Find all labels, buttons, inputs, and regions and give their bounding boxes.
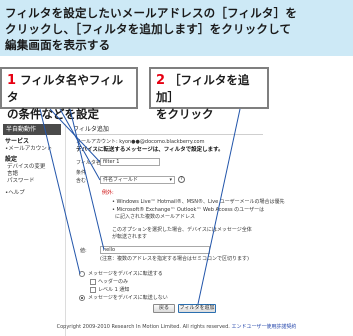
footer-copyright: Copyright 2009-2010 Research In Motion L… [56, 324, 230, 330]
level1-checkbox[interactable] [90, 287, 96, 293]
no-forward-radio-label: メッセージをデバイスに転送しない [88, 295, 168, 301]
bullet-3: に記入された複数のメールアドレス [115, 214, 196, 220]
keyword-hint: (注意：複数のアドレスを指定する場合はセミコロンで区切ります) [100, 256, 249, 262]
sidebar-item-language[interactable]: 言語 [7, 171, 18, 178]
help-icon[interactable]: ? [178, 176, 185, 183]
condition-label: 条件 [76, 170, 87, 176]
footer-link[interactable]: エンドユーザー使用許諾契約 [231, 324, 296, 330]
cancel-button[interactable]: 戻る [153, 304, 175, 313]
chevron-down-icon: ▾ [169, 177, 172, 183]
banner-line-3: 編集画面を表示する [5, 38, 111, 52]
condition-select-value: 件名フィールド [103, 177, 138, 183]
condition-select[interactable]: 件名フィールド ▾ [100, 176, 175, 184]
page-title: フィルタ追加 [73, 125, 263, 135]
filter-note: デバイスに転送するメッセージは、フィルタで設定します。 [76, 147, 224, 153]
sidebar-item-email-account[interactable]: •メールアカウント [5, 146, 52, 153]
forward-radio[interactable] [79, 271, 85, 277]
add-filter-button[interactable]: フィルタを追加 [178, 304, 216, 313]
headers-only-label: ヘッダーのみ [98, 279, 129, 285]
contains-label: 含む [76, 178, 87, 184]
level1-label: レベル 1 通知 [98, 287, 130, 293]
bullet-tail-2: が転送されます [112, 234, 148, 240]
bullet-1-text: Windows Live™ Hotmail®、MSN®、Live ユーザーメール… [116, 199, 285, 205]
filter-name-input[interactable]: filter 1 [100, 158, 160, 166]
footer: Copyright 2009-2010 Research In Motion L… [0, 322, 353, 332]
filter-name-label: フィルタ名: [76, 160, 103, 166]
example-label: 例外: [102, 190, 114, 196]
account-line: メールアカウント: kyon●●@docomo.blackberry.com [76, 139, 205, 145]
keyword-label: 値: [80, 248, 87, 254]
sidebar-item-help[interactable]: •ヘルプ [5, 190, 25, 197]
sidebar-title: 半自動動作 [3, 124, 61, 135]
callout-2-line-1: ［フィルタを追加］ [156, 73, 250, 104]
callout-1: 1 フィルタ名やフィルタ の条件などを設定 [0, 67, 138, 121]
instruction-banner: フィルタを設定したいメールアドレスの［フィルタ］を クリックし、［フィルタを追加… [0, 0, 353, 56]
forward-radio-label: メッセージをデバイスに転送する [88, 271, 163, 277]
bullet-1: • Windows Live™ Hotmail®、MSN®、Live ユーザーメ… [112, 199, 285, 205]
sidebar-item-password[interactable]: パスワード [7, 178, 35, 185]
callout-2-number: 2 [156, 73, 166, 88]
no-forward-radio[interactable] [79, 295, 85, 301]
bullet-2-text: Microsoft® Exchange™ Outlook™ Web Access… [116, 207, 265, 213]
sidebar-service-heading: サービス [5, 138, 30, 145]
banner-line-2: クリックし、［フィルタを追加します］をクリックして [5, 22, 292, 36]
banner-line-1: フィルタを設定したいメールアドレスの［フィルタ］を [5, 6, 298, 20]
headers-only-checkbox[interactable] [90, 279, 96, 285]
sidebar-settings-heading: 設定 [5, 156, 18, 163]
bullet-tail: このオプションを選択した場合、デバイスにはメッセージ全体 [112, 227, 252, 233]
keyword-input[interactable]: hello [100, 246, 210, 254]
sidebar-item-device[interactable]: デバイスの変更 [7, 164, 45, 171]
bullet-2: • Microsoft® Exchange™ Outlook™ Web Acce… [112, 207, 265, 213]
callout-2: 2 ［フィルタを追加］ をクリック [149, 67, 269, 121]
callout-1-number: 1 [7, 73, 17, 88]
callout-1-line-1: フィルタ名やフィルタ [7, 73, 124, 104]
